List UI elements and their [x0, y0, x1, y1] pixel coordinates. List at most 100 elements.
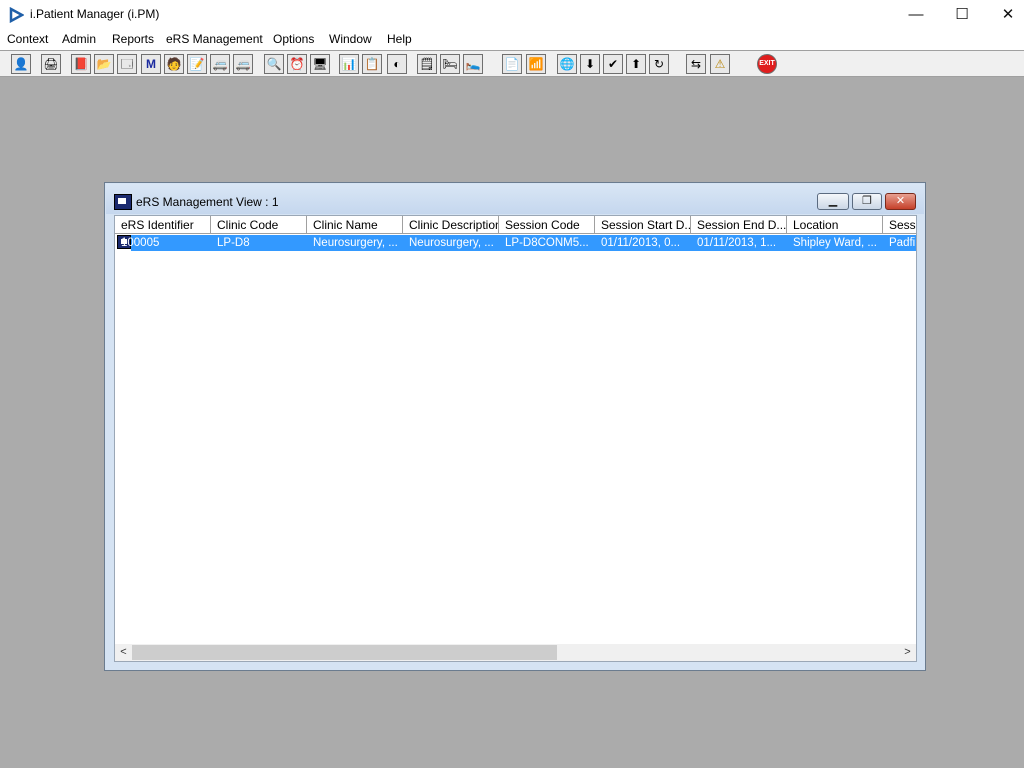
column-header[interactable]: Session Code: [499, 216, 595, 234]
scroll-thumb[interactable]: [132, 645, 557, 660]
table-cell: LP-D8: [217, 237, 250, 249]
menu-options[interactable]: Options: [273, 32, 314, 46]
patient-person-button[interactable]: 👤: [11, 54, 31, 74]
table-cell: Neurosurgery, ...: [409, 237, 494, 249]
book-button[interactable]: 📕: [71, 54, 91, 74]
table-row[interactable]: 100005 LP-D8 Neurosurgery, ... Neurosurgery…: [121, 235, 916, 251]
warning-icon: ⚠: [714, 57, 726, 71]
column-header[interactable]: Session End D...: [691, 216, 787, 234]
warning-button[interactable]: ⚠: [710, 54, 730, 74]
child-restore-button[interactable]: ❐: [852, 193, 882, 210]
exit-button[interactable]: EXIT: [757, 54, 777, 74]
vehicle-icon: 🚐: [235, 57, 251, 71]
scroll-left-button[interactable]: <: [115, 644, 132, 661]
vehicle-icon: 🚐: [212, 57, 228, 71]
list-view: eRS Identifier Clinic Code Clinic Name Clin…: [114, 215, 917, 662]
referral-green-icon: ⬆: [630, 57, 642, 71]
column-header[interactable]: Clinic Name: [307, 216, 403, 234]
dial-button[interactable]: ◐: [387, 54, 407, 74]
screen-list-button[interactable]: 🗔: [117, 54, 137, 74]
folder-edit-button[interactable]: 📂: [94, 54, 114, 74]
dial-icon: ◐: [393, 57, 401, 71]
menu-reports[interactable]: Reports: [112, 32, 154, 46]
doctor-button[interactable]: 🧑: [164, 54, 184, 74]
bed-search-icon: 🛌: [465, 57, 481, 71]
horizontal-scrollbar[interactable]: < >: [115, 644, 916, 661]
bed-button[interactable]: 🛏: [440, 54, 460, 74]
notes-icon: 🗒: [419, 57, 435, 71]
vehicle-button[interactable]: 🚐: [210, 54, 230, 74]
table-cell: 100005: [121, 237, 160, 249]
table-cell: Neurosurgery, ...: [313, 237, 398, 249]
monitor-button[interactable]: 🖥: [310, 54, 330, 74]
column-header[interactable]: eRS Identifier: [115, 216, 211, 234]
minimize-button[interactable]: —: [893, 0, 939, 30]
child-minimize-button[interactable]: ▁: [817, 193, 849, 210]
table-cell: Padfi: [889, 237, 916, 249]
referral-green-button[interactable]: ⬆: [626, 54, 646, 74]
toolbar: 👤 🖨 📕 📂 🗔 M 🧑 📝 🚐 🚐 🔍 ⏰ 🖥 📊 📋 ◐ 🗒 🛏 🛌 📄 📶 🌐 ⬇ ✔ ⬆ ↻ ⇆ ⚠ EXIT: [0, 50, 1024, 77]
app-title: i.Patient Manager (i.PM): [30, 7, 160, 21]
clock-icon: ⏰: [289, 57, 305, 71]
column-header-row: eRS Identifier Clinic Code Clinic Name Clin…: [115, 216, 916, 234]
page-button[interactable]: 📄: [502, 54, 522, 74]
bar-chart-button[interactable]: 📶: [526, 54, 546, 74]
column-header[interactable]: Clinic Description: [403, 216, 499, 234]
window-icon: [114, 194, 132, 210]
letter-m-button[interactable]: M: [141, 54, 161, 74]
menu-admin[interactable]: Admin: [62, 32, 96, 46]
menu-ers-management[interactable]: eRS Management: [166, 32, 263, 46]
edit-board-button[interactable]: 📋: [362, 54, 382, 74]
referral-down-icon: ⬇: [584, 57, 596, 71]
column-header[interactable]: Sessi: [883, 216, 916, 234]
column-header[interactable]: Clinic Code: [211, 216, 307, 234]
chart-board-icon: 📊: [341, 57, 357, 71]
notes-button[interactable]: 🗒: [417, 54, 437, 74]
app-title-bar: i.Patient Manager (i.PM) — ☐ ✕: [0, 0, 1024, 30]
referral-refresh-icon: ↻: [653, 57, 665, 71]
close-button[interactable]: ✕: [985, 0, 1024, 30]
child-close-button[interactable]: ✕: [885, 193, 916, 210]
folder-edit-icon: 📂: [96, 57, 112, 71]
menu-window[interactable]: Window: [329, 32, 372, 46]
notepad-icon: 📝: [189, 57, 205, 71]
app-logo-icon: [9, 7, 24, 23]
menu-context[interactable]: Context: [7, 32, 48, 46]
printer-button[interactable]: 🖨: [41, 54, 61, 74]
globe-icon: 🌐: [559, 57, 575, 71]
child-title-bar: eRS Management View : 1 ▁ ❐ ✕: [106, 184, 924, 214]
patient-person-icon: 👤: [13, 57, 29, 71]
globe-button[interactable]: 🌐: [557, 54, 577, 74]
referral-down-button[interactable]: ⬇: [580, 54, 600, 74]
child-window-title: eRS Management View : 1: [136, 195, 279, 209]
menu-bar: Context Admin Reports eRS Management Opt…: [0, 30, 1024, 50]
transfer-arrows-icon: ⇆: [690, 57, 702, 71]
letter-m-icon: M: [146, 57, 156, 71]
table-cell: 01/11/2013, 1...: [697, 237, 777, 249]
bed-search-button[interactable]: 🛌: [463, 54, 483, 74]
column-header[interactable]: Location: [787, 216, 883, 234]
maximize-button[interactable]: ☐: [939, 0, 985, 30]
printer-icon: 🖨: [43, 57, 59, 71]
vehicle-button[interactable]: 🚐: [233, 54, 253, 74]
scroll-right-button[interactable]: >: [899, 644, 916, 661]
menu-help[interactable]: Help: [387, 32, 412, 46]
doctor-icon: 🧑: [166, 57, 182, 71]
edit-board-icon: 📋: [364, 57, 380, 71]
chart-board-button[interactable]: 📊: [339, 54, 359, 74]
page-icon: 📄: [504, 57, 520, 71]
monitor-icon: 🖥: [312, 57, 328, 71]
referral-check-button[interactable]: ✔: [603, 54, 623, 74]
column-header[interactable]: Session Start D...: [595, 216, 691, 234]
ers-management-window: eRS Management View : 1 ▁ ❐ ✕ eRS Identi…: [104, 182, 926, 671]
bed-icon: 🛏: [442, 57, 458, 71]
book-icon: 📕: [73, 57, 89, 71]
referral-refresh-button[interactable]: ↻: [649, 54, 669, 74]
notepad-button[interactable]: 📝: [187, 54, 207, 74]
transfer-arrows-button[interactable]: ⇆: [686, 54, 706, 74]
bar-chart-icon: 📶: [528, 57, 544, 71]
clock-button[interactable]: ⏰: [287, 54, 307, 74]
search-document-button[interactable]: 🔍: [264, 54, 284, 74]
table-cell: Shipley Ward, ...: [793, 237, 877, 249]
exit-icon: EXIT: [759, 60, 775, 67]
